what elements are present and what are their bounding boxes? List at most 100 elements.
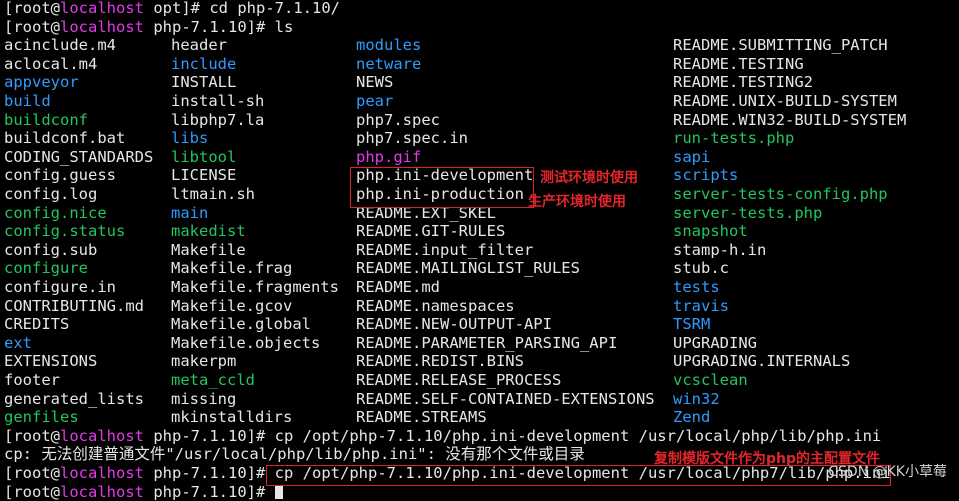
prompt-line: [root@localhost php-7.1.10]# ls xyxy=(4,18,293,37)
file-entry[interactable]: buildconf.bat xyxy=(4,129,125,148)
file-entry[interactable]: server-tests-config.php xyxy=(673,185,888,204)
file-entry[interactable]: main xyxy=(171,204,208,223)
file-entry[interactable]: ltmain.sh xyxy=(171,185,255,204)
file-entry[interactable]: Makefile.global xyxy=(171,315,311,334)
prompt-host: localhost xyxy=(60,464,144,482)
annotation-test-env: 测试环境时使用 xyxy=(540,170,638,187)
file-entry[interactable]: README.MAILINGLIST_RULES xyxy=(356,259,580,278)
file-entry[interactable]: travis xyxy=(673,297,729,316)
file-entry[interactable]: EXTENSIONS xyxy=(4,352,97,371)
file-entry[interactable]: tests xyxy=(673,278,720,297)
file-entry[interactable]: include xyxy=(171,55,236,74)
file-entry[interactable]: php.gif xyxy=(356,148,421,167)
file-entry[interactable]: configure.in xyxy=(4,278,116,297)
file-entry[interactable]: acinclude.m4 xyxy=(4,36,116,55)
file-entry[interactable]: server-tests.php xyxy=(673,204,822,223)
file-entry[interactable]: generated_lists xyxy=(4,390,144,409)
file-entry[interactable]: CREDITS xyxy=(4,315,69,334)
file-entry[interactable]: README.PARAMETER_PARSING_API xyxy=(356,334,617,353)
file-entry[interactable]: README.TESTING2 xyxy=(673,73,813,92)
file-entry[interactable]: README.WIN32-BUILD-SYSTEM xyxy=(673,111,906,130)
file-entry[interactable]: Makefile xyxy=(171,241,246,260)
file-entry[interactable]: README.UNIX-BUILD-SYSTEM xyxy=(673,92,897,111)
file-entry[interactable]: libtool xyxy=(171,148,236,167)
file-entry[interactable]: mkinstalldirs xyxy=(171,408,292,427)
file-entry[interactable]: footer xyxy=(4,371,60,390)
prompt-dir: php-7.1.10]# xyxy=(153,17,275,36)
file-entry[interactable]: UPGRADING xyxy=(673,334,757,353)
file-entry[interactable]: README.REDIST.BINS xyxy=(356,352,524,371)
file-entry[interactable]: makedist xyxy=(171,222,246,241)
ini-files-highlight xyxy=(350,167,534,208)
file-entry[interactable]: run-tests.php xyxy=(673,129,794,148)
prompt-line: [root@localhost php-7.1.10]# xyxy=(4,483,283,501)
file-entry[interactable]: php7.spec xyxy=(356,111,440,130)
file-entry[interactable]: configure xyxy=(4,259,88,278)
file-entry[interactable]: Makefile.frag xyxy=(171,259,292,278)
file-entry[interactable]: libphp7.la xyxy=(171,111,264,130)
file-entry[interactable]: README.SUBMITTING_PATCH xyxy=(673,36,888,55)
file-entry[interactable]: makerpm xyxy=(171,352,236,371)
file-entry[interactable]: scripts xyxy=(673,166,738,185)
file-entry[interactable]: Zend xyxy=(673,408,710,427)
file-entry[interactable]: install-sh xyxy=(171,92,264,111)
terminal-window[interactable]: [root@localhost opt]# cd php-7.1.10/[roo… xyxy=(0,0,959,501)
file-entry[interactable]: CODING_STANDARDS xyxy=(4,148,153,167)
file-entry[interactable]: netware xyxy=(356,55,421,74)
file-entry[interactable]: appveyor xyxy=(4,73,79,92)
file-entry[interactable]: README.RELEASE_PROCESS xyxy=(356,371,561,390)
prompt-sep xyxy=(144,483,153,501)
file-entry[interactable]: genfiles xyxy=(4,408,79,427)
file-entry[interactable]: README.md xyxy=(356,278,440,297)
file-entry[interactable]: UPGRADING.INTERNALS xyxy=(673,352,850,371)
file-entry[interactable]: build xyxy=(4,92,51,111)
prompt-user: [root@ xyxy=(4,464,60,482)
error-output: cp: 无法创建普通文件"/usr/local/php/lib/php.ini"… xyxy=(4,445,585,464)
prompt-host: localhost xyxy=(60,0,144,17)
prompt-host: localhost xyxy=(60,482,144,501)
csdn-watermark: CSDN @KK小草莓 xyxy=(828,464,947,480)
prompt-dir: php-7.1.10]# xyxy=(153,426,275,445)
file-entry[interactable]: config.sub xyxy=(4,241,97,260)
file-entry[interactable]: ext xyxy=(4,334,32,353)
file-entry[interactable]: stamp-h.in xyxy=(673,241,766,260)
file-entry[interactable]: php7.spec.in xyxy=(356,129,468,148)
file-entry[interactable]: config.log xyxy=(4,185,97,204)
file-entry[interactable]: CONTRIBUTING.md xyxy=(4,297,144,316)
file-entry[interactable]: Makefile.objects xyxy=(171,334,320,353)
file-entry[interactable]: win32 xyxy=(673,390,720,409)
file-entry[interactable]: README.SELF-CONTAINED-EXTENSIONS xyxy=(356,390,655,409)
file-entry[interactable]: config.guess xyxy=(4,166,116,185)
file-entry[interactable]: config.nice xyxy=(4,204,107,223)
prompt-user: [root@ xyxy=(4,17,60,36)
prompt-user: [root@ xyxy=(4,426,60,445)
file-entry[interactable]: buildconf xyxy=(4,111,88,130)
file-entry[interactable]: README.STREAMS xyxy=(356,408,487,427)
annotation-prod-env: 生产环境时使用 xyxy=(528,194,626,210)
file-entry[interactable]: config.status xyxy=(4,222,125,241)
file-entry[interactable]: NEWS xyxy=(356,73,393,92)
file-entry[interactable]: README.NEW-OUTPUT-API xyxy=(356,315,552,334)
file-entry[interactable]: INSTALL xyxy=(171,73,236,92)
file-entry[interactable]: stub.c xyxy=(673,259,729,278)
file-entry[interactable]: header xyxy=(171,36,227,55)
file-entry[interactable]: README.input_filter xyxy=(356,241,533,260)
file-entry[interactable]: TSRM xyxy=(673,315,710,334)
file-entry[interactable]: libs xyxy=(171,129,208,148)
file-entry[interactable]: modules xyxy=(356,36,421,55)
file-entry[interactable]: README.GIT-RULES xyxy=(356,222,505,241)
file-entry[interactable]: snapshot xyxy=(673,222,748,241)
file-entry[interactable]: README.namespaces xyxy=(356,297,515,316)
file-entry[interactable]: Makefile.gcov xyxy=(171,297,292,316)
command-text: cp /opt/php-7.1.10/php.ini-development /… xyxy=(274,426,882,445)
prompt-sep xyxy=(144,464,153,482)
file-entry[interactable]: Makefile.fragments xyxy=(171,278,339,297)
file-entry[interactable]: sapi xyxy=(673,148,710,167)
file-entry[interactable]: aclocal.m4 xyxy=(4,55,97,74)
file-entry[interactable]: meta_ccld xyxy=(171,371,255,390)
file-entry[interactable]: pear xyxy=(356,92,393,111)
file-entry[interactable]: README.TESTING xyxy=(673,55,804,74)
file-entry[interactable]: missing xyxy=(171,390,236,409)
file-entry[interactable]: vcsclean xyxy=(673,371,748,390)
file-entry[interactable]: LICENSE xyxy=(171,166,236,185)
